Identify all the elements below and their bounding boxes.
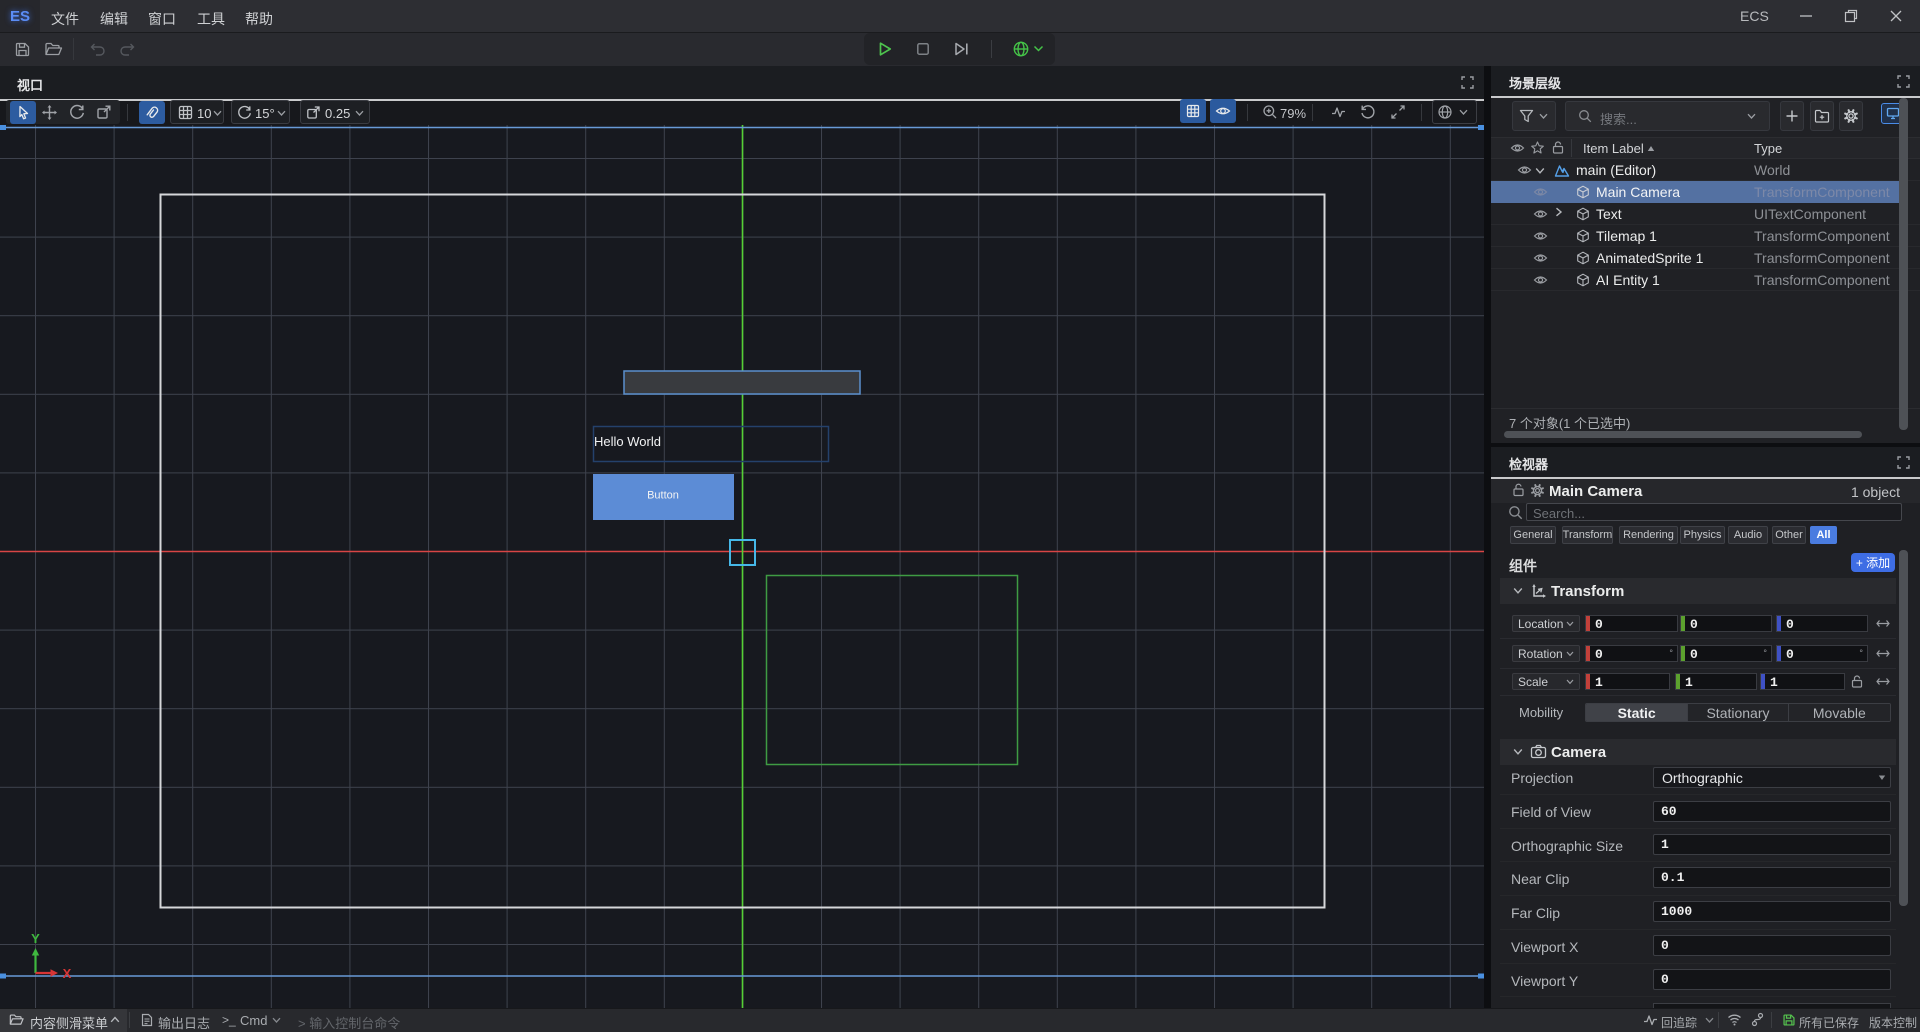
svg-text:Button: Button [647, 490, 679, 502]
svg-text:Y: Y [31, 931, 40, 946]
svg-text:X: X [63, 966, 72, 981]
svg-text:Hello World: Hello World [594, 434, 661, 449]
